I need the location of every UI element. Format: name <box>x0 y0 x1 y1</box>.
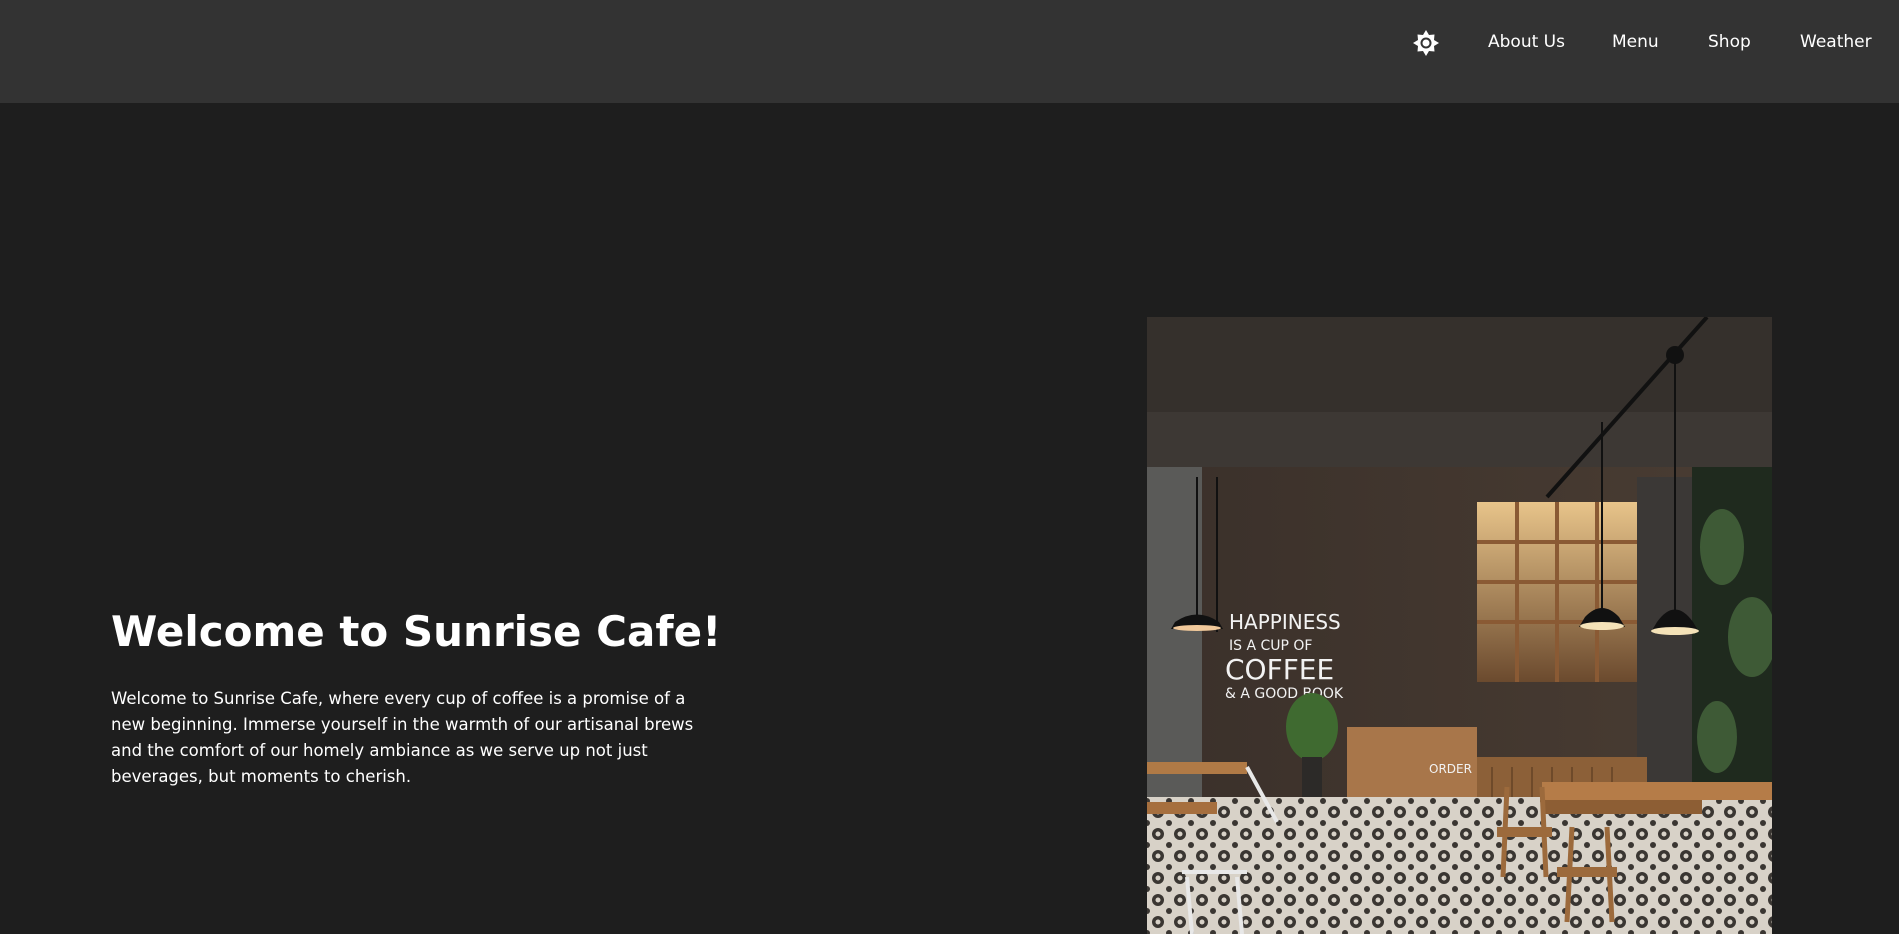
sign-line-3: COFFEE <box>1225 653 1334 686</box>
nav-link-menu[interactable]: Menu <box>1612 30 1659 54</box>
sign-line-2: IS A CUP OF <box>1229 638 1312 654</box>
sun-icon[interactable] <box>1412 29 1440 57</box>
nav-link-shop[interactable]: Shop <box>1708 30 1751 54</box>
nav-link-about-us[interactable]: About Us <box>1488 30 1565 54</box>
sign-line-1: HAPPINESS <box>1229 610 1341 634</box>
nav-link-weather[interactable]: Weather <box>1800 30 1872 54</box>
navbar: About Us Menu Shop Weather <box>0 0 1899 103</box>
cafe-interior-image: HAPPINESS IS A CUP OF COFFEE & A GOOD BO… <box>1147 317 1772 934</box>
hero-title: Welcome to Sunrise Cafe! <box>111 607 722 656</box>
counter-order-label: ORDER <box>1429 762 1472 776</box>
hero-description: Welcome to Sunrise Cafe, where every cup… <box>111 689 694 786</box>
